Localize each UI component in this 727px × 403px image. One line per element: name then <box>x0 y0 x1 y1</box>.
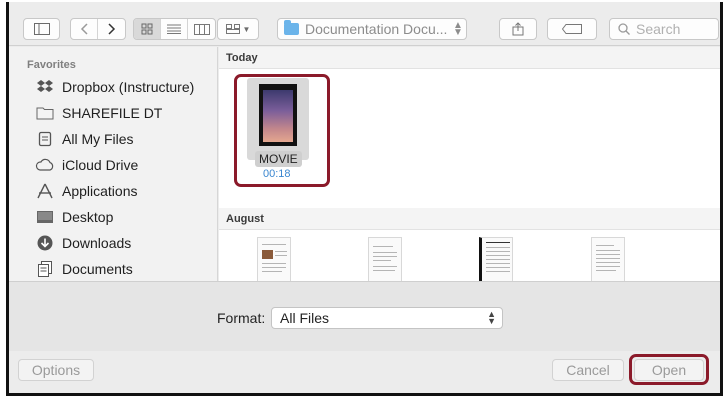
updown-arrows-icon: ▲ ▼ <box>453 20 463 38</box>
format-selected-value: All Files <box>280 310 330 326</box>
sidebar-item-dropbox[interactable]: Dropbox (Instructure) <box>35 76 194 98</box>
movie-highlight-box <box>234 74 330 187</box>
sidebar-toggle-button[interactable] <box>23 18 60 40</box>
open-highlight-box <box>629 354 709 385</box>
sidebar-item-label: SHAREFILE DT <box>62 105 163 121</box>
all-files-icon <box>35 130 55 148</box>
document-file-item[interactable] <box>362 237 408 281</box>
format-select[interactable]: All Files ▲ ▼ <box>271 307 503 329</box>
tags-button[interactable] <box>547 18 597 40</box>
chevron-right-icon <box>107 23 115 35</box>
sidebar-heading: Favorites <box>27 59 76 71</box>
sidebar-item-label: All My Files <box>62 131 134 147</box>
document-thumbnail <box>479 237 513 281</box>
document-thumbnail <box>257 237 291 281</box>
share-icon <box>512 22 524 36</box>
sidebar-item-applications[interactable]: Applications <box>35 180 138 202</box>
location-popup[interactable]: Documentation Docu... ▲ ▼ <box>277 18 467 40</box>
chevron-left-icon <box>80 23 88 35</box>
document-file-item[interactable] <box>251 237 297 281</box>
sidebar-item-downloads[interactable]: Downloads <box>35 232 131 254</box>
document-thumbnail <box>368 237 402 281</box>
search-field[interactable]: Search <box>609 18 719 40</box>
icon-view-button[interactable] <box>134 19 161 39</box>
grid-icon <box>141 23 153 35</box>
sidebar-item-label: Documents <box>62 261 133 277</box>
dialog-footer: Options Cancel Open <box>9 351 720 393</box>
sidebar-item-all-my-files[interactable]: All My Files <box>35 128 134 150</box>
view-mode-control <box>133 18 216 40</box>
cloud-icon <box>35 156 55 174</box>
columns-icon <box>193 23 210 35</box>
column-view-button[interactable] <box>188 19 215 39</box>
search-icon <box>618 23 630 35</box>
sidebar-item-label: Desktop <box>62 209 114 225</box>
section-header-today: Today <box>219 47 720 69</box>
list-icon <box>167 24 181 34</box>
back-button[interactable] <box>71 19 98 39</box>
file-browser: Today MOVIE 00:18 August <box>219 47 720 281</box>
folder-icon <box>284 20 299 35</box>
format-panel: Format: All Files ▲ ▼ <box>9 281 720 351</box>
sidebar-item-label: iCloud Drive <box>62 157 139 173</box>
sidebar-item-icloud-drive[interactable]: iCloud Drive <box>35 154 138 176</box>
chevron-down-icon: ▼ <box>242 24 251 34</box>
section-header-august: August <box>219 208 720 230</box>
sidebar-item-sharefile[interactable]: SHAREFILE DT <box>35 102 162 124</box>
document-file-item[interactable] <box>585 237 631 281</box>
forward-button[interactable] <box>98 19 125 39</box>
share-button[interactable] <box>499 18 537 40</box>
downloads-icon <box>35 234 55 252</box>
dropbox-icon <box>35 78 55 96</box>
sidebar: Favorites Dropbox (Instructure) SHAREFIL… <box>9 47 218 281</box>
arrange-button[interactable]: ▼ <box>217 18 259 40</box>
document-file-item[interactable] <box>473 237 519 281</box>
sidebar-item-documents[interactable]: Documents <box>35 258 133 280</box>
options-button[interactable]: Options <box>18 359 94 381</box>
updown-arrows-icon: ▲ ▼ <box>487 309 496 326</box>
toolbar: ▼ Documentation Docu... ▲ ▼ Search <box>9 2 720 46</box>
list-view-button[interactable] <box>161 19 188 39</box>
sidebar-icon <box>33 23 50 35</box>
format-label: Format: <box>217 310 266 326</box>
search-placeholder: Search <box>636 21 681 37</box>
document-thumbnail <box>591 237 625 281</box>
sidebar-item-label: Dropbox (Instructure) <box>62 79 195 95</box>
tag-icon <box>562 24 582 34</box>
sidebar-item-desktop[interactable]: Desktop <box>35 206 113 228</box>
desktop-icon <box>35 208 55 226</box>
arrange-icon <box>225 24 240 34</box>
sidebar-item-label: Applications <box>62 183 138 199</box>
cancel-button[interactable]: Cancel <box>552 359 624 381</box>
navigation-buttons <box>70 18 126 40</box>
location-label: Documentation Docu... <box>305 21 448 37</box>
applications-icon <box>35 182 55 200</box>
open-file-dialog: ▼ Documentation Docu... ▲ ▼ Search Favori… <box>6 2 723 396</box>
folder-icon <box>35 104 55 122</box>
sidebar-item-label: Downloads <box>62 235 132 251</box>
documents-icon <box>35 260 55 278</box>
